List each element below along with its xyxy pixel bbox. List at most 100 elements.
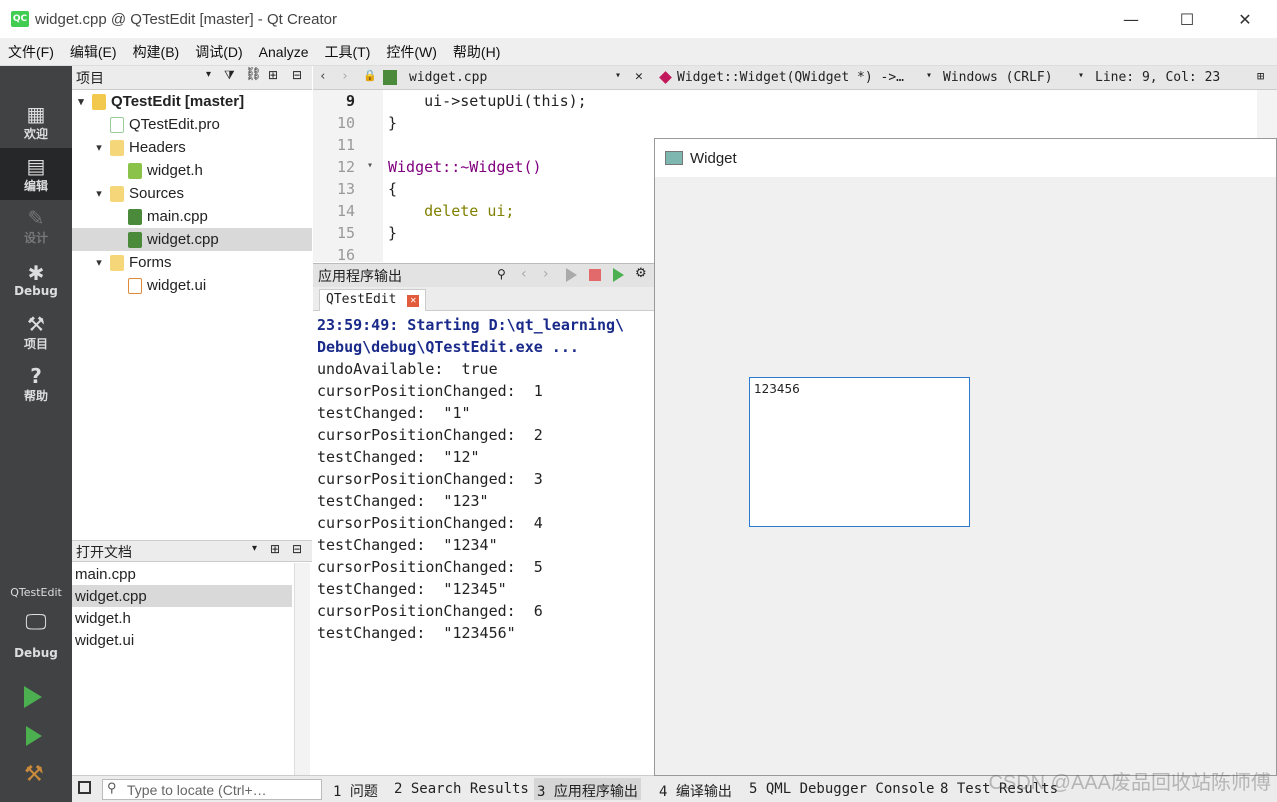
dropdown-arrow-icon[interactable]: ▾: [206, 69, 211, 80]
mode-projects[interactable]: ⚒ 项目: [0, 306, 72, 358]
line-number: 13: [336, 180, 355, 198]
stop-icon[interactable]: [589, 269, 601, 281]
tree-item-label: QTestEdit.pro: [129, 116, 220, 133]
close-tab-icon[interactable]: ✕: [407, 295, 420, 307]
back-arrow-icon[interactable]: ‹: [319, 69, 327, 84]
gear-icon[interactable]: ⚙: [635, 266, 647, 281]
minimize-button[interactable]: —: [1108, 0, 1154, 38]
widget-window[interactable]: Widget 123456: [654, 138, 1277, 776]
pane-issues[interactable]: 1 问题: [333, 781, 378, 801]
maximize-button[interactable]: ☐: [1164, 0, 1210, 38]
fold-arrow-icon[interactable]: ▾: [367, 160, 373, 171]
kit-config-label: Debug: [14, 646, 58, 660]
split-icon[interactable]: ⊞: [1257, 69, 1264, 83]
clean-icon[interactable]: ⚲: [497, 267, 506, 281]
application-output[interactable]: 23:59:49: Starting D:\qt_learning\ Debug…: [313, 311, 655, 775]
menu-edit[interactable]: 编辑(E): [62, 42, 125, 62]
tree-item-label: Headers: [129, 139, 186, 156]
rerun-icon[interactable]: [566, 268, 577, 282]
editor-file-combo[interactable]: widget.cpp: [409, 70, 487, 85]
output-line: 23:59:49: Starting D:\qt_learning\: [317, 316, 625, 334]
code-line: ui->setupUi(this);: [388, 92, 587, 110]
tree-item-pro[interactable]: QTestEdit.pro: [72, 113, 312, 136]
attach-debugger-icon[interactable]: [613, 268, 624, 282]
build-hammer-icon[interactable]: ⚒: [24, 762, 44, 787]
monitor-icon[interactable]: 🖵: [0, 610, 72, 635]
menu-debug[interactable]: 调试(D): [187, 42, 250, 62]
tree-item-headers[interactable]: ▾ Headers: [72, 136, 312, 159]
function-icon: [659, 71, 672, 84]
chevron-down-icon[interactable]: ▾: [92, 256, 106, 269]
headers-folder-icon: [110, 139, 124, 156]
run-icon[interactable]: [24, 686, 42, 708]
tree-item-main-cpp[interactable]: main.cpp: [72, 205, 312, 228]
mode-label: 欢迎: [23, 126, 48, 141]
text-edit[interactable]: 123456: [749, 377, 970, 527]
mode-help[interactable]: ? 帮助: [0, 358, 72, 410]
split-icon[interactable]: ⊞: [270, 542, 280, 556]
locator-input[interactable]: ⚲ Type to locate (Ctrl+…: [102, 779, 322, 800]
open-doc-item[interactable]: widget.ui: [72, 629, 292, 651]
cursor-position[interactable]: Line: 9, Col: 23: [1095, 70, 1220, 85]
pane-compile-output[interactable]: 4 编译输出: [659, 781, 732, 801]
pane-application-output[interactable]: 3 应用程序输出: [534, 778, 641, 800]
menu-analyze[interactable]: Analyze: [251, 44, 317, 60]
close-panel-icon[interactable]: ⊟: [292, 542, 302, 556]
tree-item-widget-ui[interactable]: widget.ui: [72, 274, 312, 297]
link-icon[interactable]: ⛓: [245, 67, 262, 82]
encoding-combo[interactable]: Windows (CRLF): [943, 70, 1053, 85]
mode-label: 帮助: [23, 388, 48, 403]
tree-item-widget-cpp[interactable]: widget.cpp: [72, 228, 312, 251]
menu-help[interactable]: 帮助(H): [445, 42, 508, 62]
dropdown-arrow-icon[interactable]: ▾: [1078, 70, 1084, 81]
dropdown-arrow-icon[interactable]: ▾: [926, 70, 932, 81]
tree-item-label: widget.ui: [147, 277, 207, 294]
tree-item-forms[interactable]: ▾ Forms: [72, 251, 312, 274]
open-doc-item[interactable]: widget.h: [72, 607, 292, 629]
chevron-down-icon[interactable]: ▾: [92, 141, 106, 154]
mode-design[interactable]: ✎ 设计: [0, 200, 72, 252]
next-arrow-icon[interactable]: ›: [543, 266, 549, 282]
mode-label: 设计: [23, 230, 48, 245]
split-icon[interactable]: ⊞: [268, 68, 278, 82]
code-line: {: [388, 180, 398, 198]
symbol-combo[interactable]: Widget::Widget(QWidget *) ->…: [677, 70, 904, 85]
menu-file[interactable]: 文件(F): [0, 42, 62, 62]
prev-arrow-icon[interactable]: ‹: [521, 266, 527, 282]
pane-qml-debugger[interactable]: 5 QML Debugger Console: [749, 781, 934, 797]
cpp-file-icon: [128, 231, 142, 248]
output-line: testChanged: "1": [317, 404, 471, 422]
open-doc-item[interactable]: main.cpp: [72, 563, 292, 585]
mode-welcome[interactable]: ▦ 欢迎: [0, 96, 72, 148]
output-line: cursorPositionChanged: 6: [317, 602, 543, 620]
scrollbar[interactable]: [294, 563, 310, 775]
close-button[interactable]: ✕: [1222, 0, 1268, 38]
pane-search-results[interactable]: 2 Search Results: [394, 781, 529, 797]
mode-bar: ▦ 欢迎 ▤ 编辑 ✎ 设计 ✱ Debug ⚒ 项目 ? 帮助 QTestEd…: [0, 66, 72, 802]
dropdown-arrow-icon[interactable]: ▾: [615, 70, 621, 81]
tree-item-label: QTestEdit [master]: [111, 93, 245, 110]
close-document-icon[interactable]: ✕: [635, 69, 643, 84]
forward-arrow-icon[interactable]: ›: [341, 69, 349, 84]
menu-controls[interactable]: 控件(W): [378, 42, 445, 62]
mode-edit[interactable]: ▤ 编辑: [0, 148, 72, 200]
menu-tools[interactable]: 工具(T): [316, 42, 378, 62]
toggle-sidebar-icon[interactable]: [78, 781, 91, 794]
chevron-down-icon[interactable]: ▾: [74, 95, 88, 108]
close-panel-icon[interactable]: ⊟: [292, 68, 302, 82]
open-doc-item[interactable]: widget.cpp: [72, 585, 292, 607]
filter-icon[interactable]: ⧩: [224, 68, 235, 83]
output-tab-label: QTestEdit: [326, 292, 397, 307]
chevron-down-icon[interactable]: ▾: [92, 187, 106, 200]
tree-item-project[interactable]: ▾ QTestEdit [master]: [72, 90, 312, 113]
mode-debug[interactable]: ✱ Debug: [0, 254, 72, 306]
tree-item-sources[interactable]: ▾ Sources: [72, 182, 312, 205]
bug-icon: ✱: [27, 261, 45, 285]
dropdown-arrow-icon[interactable]: ▾: [252, 543, 257, 554]
output-tab[interactable]: QTestEdit ✕: [319, 289, 427, 311]
line-number: 15: [336, 224, 355, 242]
tree-item-widget-h[interactable]: widget.h: [72, 159, 312, 182]
menu-bar: 文件(F) 编辑(E) 构建(B) 调试(D) Analyze 工具(T) 控件…: [0, 38, 1277, 66]
menu-build[interactable]: 构建(B): [125, 42, 188, 62]
debug-run-icon[interactable]: [26, 726, 42, 746]
